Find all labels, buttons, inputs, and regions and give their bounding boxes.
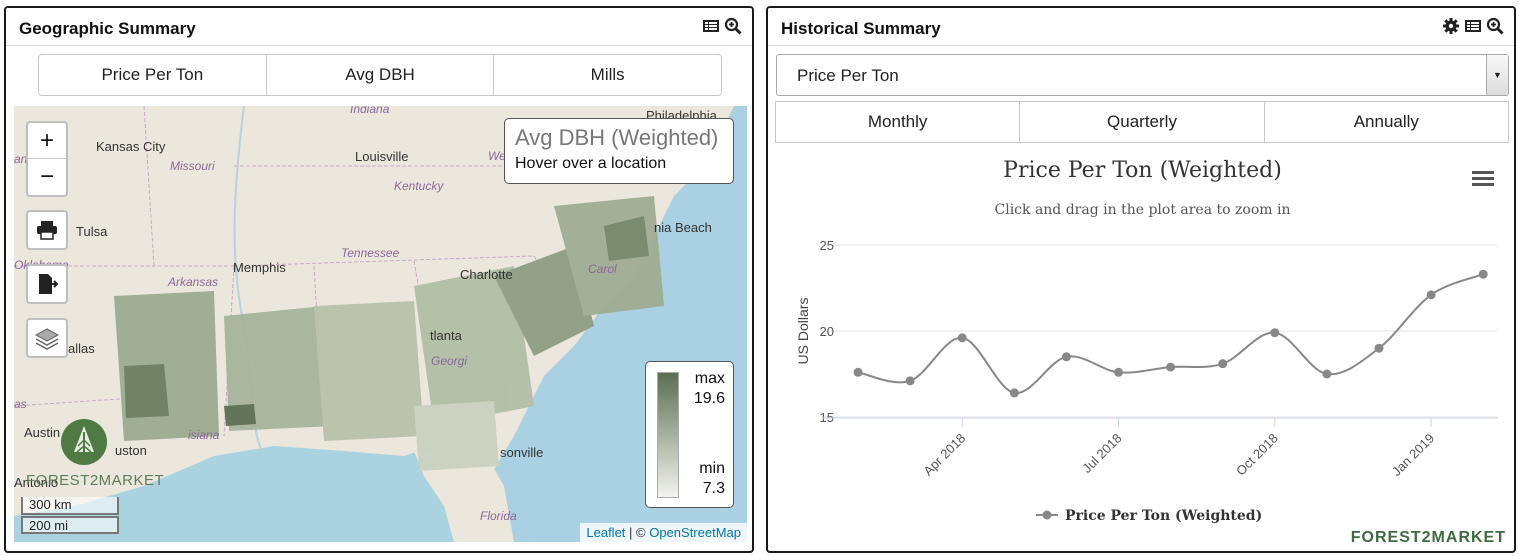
legend-max-label: max	[694, 370, 725, 387]
map-label-atlanta: tlanta	[430, 328, 462, 343]
x-tick-label: Jul 2018	[1079, 431, 1124, 476]
tab-price-per-ton[interactable]: Price Per Ton	[38, 54, 267, 96]
info-box-hint: Hover over a location	[515, 155, 667, 172]
tab-mills[interactable]: Mills	[493, 54, 723, 96]
data-point	[1218, 359, 1228, 369]
data-point	[1061, 352, 1071, 362]
y-tick-label: 20	[820, 324, 834, 339]
data-point	[1426, 290, 1436, 300]
chart-plot: 152025Apr 2018 Jul 2018 Oct 2018 Jan 2019US…	[795, 238, 1498, 524]
geographic-summary-panel: Geographic Summary Price Per Ton Avg DBH…	[4, 6, 754, 553]
legend-min-label: min	[699, 460, 725, 477]
map-label-carolina: Carol	[588, 262, 617, 276]
data-point	[1114, 367, 1123, 377]
y-tick-label: 25	[820, 238, 834, 253]
tab-annually[interactable]: Annually	[1263, 101, 1509, 143]
legend-min-value: 7.3	[702, 480, 725, 497]
historical-summary-panel: Historical Summary Price Per Ton ▼ Month…	[766, 6, 1516, 553]
series-line	[857, 273, 1484, 394]
layers-button[interactable]	[26, 318, 68, 358]
table-icon[interactable]	[702, 17, 720, 35]
print-icon	[37, 221, 57, 240]
map-label-charlotte: Charlotte	[460, 267, 513, 282]
map-label-memphis: Memphis	[233, 260, 286, 275]
hist-panel-title: Historical Summary	[781, 19, 941, 38]
x-tick-label: Oct 2018	[1233, 431, 1281, 479]
zoom-in-icon[interactable]	[724, 17, 742, 35]
tab-monthly[interactable]: Monthly	[775, 101, 1021, 143]
choropleth-map[interactable]: Indiana Philadelphia Kansas City an Miss…	[14, 106, 747, 542]
attribution-separator: | ©	[625, 525, 650, 540]
metric-select[interactable]: Price Per Ton ▼	[776, 54, 1509, 96]
leaflet-link[interactable]: Leaflet	[586, 525, 625, 540]
data-point	[1166, 362, 1176, 372]
map-label-florida: Florida	[480, 509, 517, 523]
hist-panel-header: Historical Summary	[768, 8, 1514, 46]
data-point	[1374, 343, 1384, 353]
zoom-control: + −	[26, 121, 68, 197]
osm-link[interactable]: OpenStreetMap	[649, 525, 741, 540]
data-point	[957, 333, 967, 343]
scale-km: 300 km	[21, 497, 119, 515]
x-tick-label: Apr 2018	[920, 431, 968, 479]
period-tabs: Monthly Quarterly Annually	[775, 101, 1509, 143]
table-icon[interactable]	[1464, 17, 1482, 35]
layers-icon	[34, 328, 60, 350]
data-point	[853, 367, 863, 377]
geo-panel-header: Geographic Summary	[6, 8, 752, 46]
map-attribution: Leaflet | © OpenStreetMap	[580, 523, 747, 542]
data-point	[1270, 328, 1280, 338]
info-box-title: Avg DBH (Weighted)	[515, 125, 719, 150]
forest2market-logo-text: FOREST2MARKET	[1350, 529, 1506, 546]
zoom-in-button[interactable]: +	[28, 123, 66, 159]
map-label-tulsa: Tulsa	[76, 224, 108, 239]
logo-text: FOREST2MARKET	[26, 472, 165, 489]
metric-select-value: Price Per Ton	[797, 66, 899, 85]
export-icon	[39, 274, 58, 294]
map-label-virginia-beach: nia Beach	[654, 220, 712, 235]
data-point	[1322, 369, 1332, 379]
data-point	[1009, 388, 1019, 398]
map-legend: max 19.6 min 7.3	[645, 361, 734, 508]
geo-panel-title: Geographic Summary	[19, 19, 196, 38]
chevron-down-icon[interactable]: ▼	[1486, 55, 1508, 95]
y-axis-label: US Dollars	[795, 298, 811, 365]
map-info-box: Avg DBH (Weighted) Hover over a location	[504, 118, 734, 184]
print-button[interactable]	[26, 210, 68, 250]
map-label-tennessee: Tennessee	[341, 246, 400, 260]
map-label-kansas-city: Kansas City	[96, 139, 166, 154]
map-label-dallas: allas	[68, 341, 95, 356]
forest2market-logo: FOREST2MARKET	[24, 418, 165, 489]
tree-logo-icon	[61, 419, 107, 465]
map-label-as: as	[14, 397, 27, 411]
gear-icon[interactable]	[1442, 17, 1460, 35]
data-point	[1478, 269, 1488, 279]
zoom-in-icon[interactable]	[1486, 17, 1504, 35]
legend-marker	[1042, 510, 1052, 520]
line-chart[interactable]: Price Per Ton (Weighted) Click and drag …	[776, 148, 1509, 548]
geo-metric-tabs: Price Per Ton Avg DBH Mills	[38, 54, 723, 96]
scale-mi: 200 mi	[21, 516, 119, 534]
map-label-arkansas: Arkansas	[168, 275, 219, 289]
export-button[interactable]	[26, 264, 68, 304]
map-label-indiana: Indiana	[350, 106, 390, 116]
tab-quarterly[interactable]: Quarterly	[1019, 101, 1265, 143]
tab-avg-dbh[interactable]: Avg DBH	[265, 54, 495, 96]
x-tick-label: Jan 2019	[1389, 431, 1437, 479]
map-label-jacksonville: sonville	[500, 445, 544, 460]
map-label-georgia: Georgi	[431, 354, 468, 368]
map-label-kentucky: Kentucky	[394, 179, 444, 193]
legend-label: Price Per Ton (Weighted)	[1065, 508, 1262, 524]
legend-max-value: 19.6	[693, 390, 725, 407]
legend-gradient	[657, 372, 679, 498]
data-point	[905, 376, 915, 386]
map-label-louisville: Louisville	[355, 149, 409, 164]
map-label-louisiana: isiana	[188, 428, 220, 442]
zoom-out-button[interactable]: −	[28, 159, 66, 195]
map-label-missouri: Missouri	[170, 159, 215, 173]
